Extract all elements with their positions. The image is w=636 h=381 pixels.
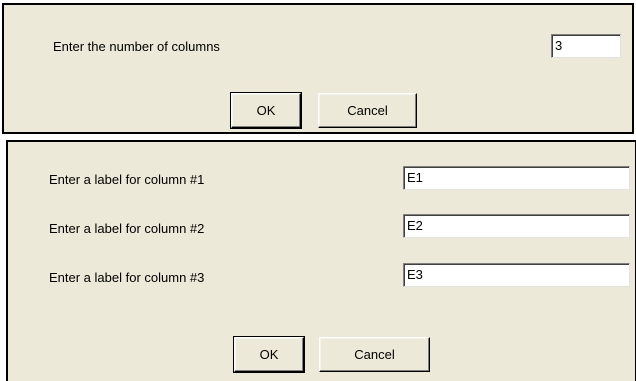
- column-count-input[interactable]: 3: [551, 34, 621, 58]
- cancel-button[interactable]: Cancel: [319, 337, 430, 372]
- column-count-dialog: Enter the number of columns 3 OK Cancel: [2, 3, 634, 134]
- column-count-prompt: Enter the number of columns: [53, 39, 220, 54]
- ok-button[interactable]: OK: [233, 336, 305, 373]
- column-labels-dialog: Enter a label for column #1 E1 Enter a l…: [6, 140, 636, 381]
- ok-button[interactable]: OK: [230, 92, 302, 129]
- cancel-button[interactable]: Cancel: [318, 93, 417, 128]
- column-label-input-1[interactable]: E1: [403, 166, 630, 190]
- column-label-prompt-2: Enter a label for column #2: [49, 221, 205, 236]
- column-label-prompt-3: Enter a label for column #3: [49, 270, 205, 285]
- column-label-input-3[interactable]: E3: [403, 263, 630, 287]
- column-label-prompt-1: Enter a label for column #1: [49, 172, 205, 187]
- column-label-input-2[interactable]: E2: [403, 214, 630, 238]
